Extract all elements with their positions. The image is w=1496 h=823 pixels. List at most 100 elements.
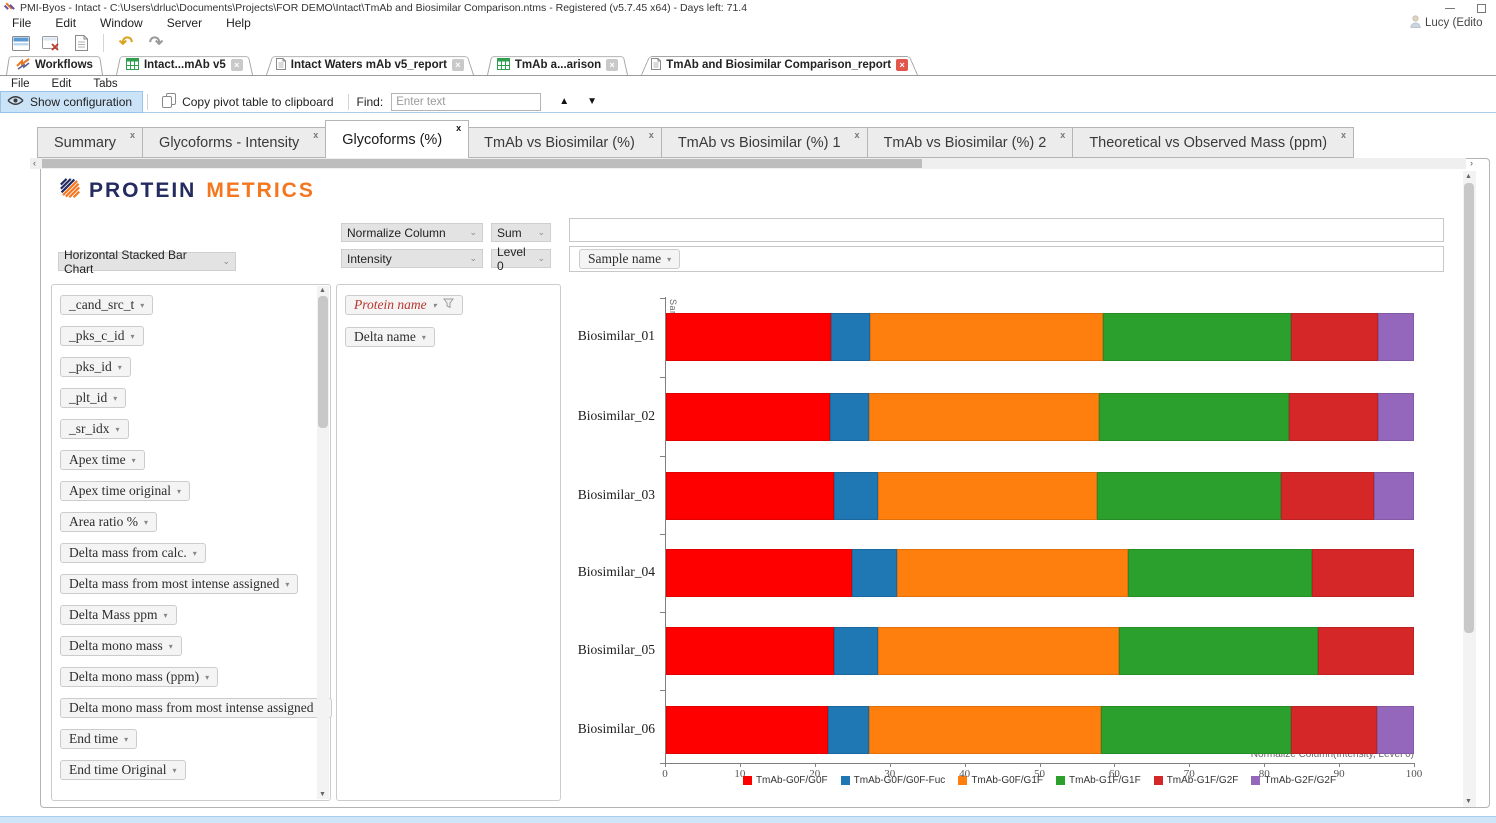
y-axis-tick <box>660 690 665 691</box>
bar-segment <box>878 627 1119 675</box>
fields-scrollbar[interactable]: ▲ ▼ <box>317 286 329 799</box>
report-tab[interactable]: TmAb vs Biosimilar (%) 2 x <box>867 127 1074 158</box>
document-icon <box>651 57 662 73</box>
field-chip[interactable]: Area ratio % ▾ <box>60 512 157 532</box>
field-chip[interactable]: Delta mono mass ▾ <box>60 636 182 656</box>
field-chip[interactable]: _pks_id ▾ <box>60 357 131 377</box>
find-next-button[interactable]: ▼ <box>587 96 597 107</box>
chevron-down-icon: ▾ <box>432 300 437 310</box>
report-menu-edit[interactable]: Edit <box>41 78 83 90</box>
close-view-icon[interactable] <box>40 33 62 53</box>
field-chip[interactable]: Delta Mass ppm ▾ <box>60 605 177 625</box>
chart-type-select[interactable]: Horizontal Stacked Bar Chart ⌄ <box>58 248 236 276</box>
field-chip[interactable]: _pks_c_id ▾ <box>60 326 144 346</box>
field-chip[interactable]: Delta mass from calc. ▾ <box>60 543 206 563</box>
value-field-select[interactable]: Intensity ⌄ <box>341 249 483 268</box>
doc-tab[interactable]: Intact...mAb v5 × <box>115 55 253 75</box>
new-report-icon[interactable] <box>70 33 92 53</box>
report-tab[interactable]: TmAb vs Biosimilar (%) x <box>468 127 662 158</box>
find-label: Find: <box>356 94 384 109</box>
menu-server[interactable]: Server <box>155 16 214 30</box>
scrollbar-thumb[interactable] <box>318 296 328 428</box>
report-tab-label: Theoretical vs Observed Mass (ppm) <box>1089 134 1328 151</box>
menu-help[interactable]: Help <box>214 16 263 30</box>
field-chip[interactable]: Apex time original ▾ <box>60 481 190 501</box>
doc-tab[interactable]: Workflows <box>6 55 103 75</box>
scrollbar-thumb[interactable] <box>42 159 922 168</box>
show-configuration-button[interactable]: Show configuration <box>0 90 144 113</box>
tab-horizontal-scrollbar[interactable] <box>30 158 1466 169</box>
redo-icon[interactable]: ↷ <box>145 33 167 53</box>
scroll-left-icon[interactable]: ‹ <box>33 158 36 168</box>
report-tab[interactable]: Glycoforms (%) x <box>325 120 470 158</box>
field-chip[interactable]: Apex time ▾ <box>60 450 145 470</box>
menu-window[interactable]: Window <box>88 16 155 30</box>
report-tab[interactable]: Summary x <box>37 127 144 158</box>
minimize-button[interactable] <box>1445 8 1455 9</box>
chevron-down-icon: ▾ <box>192 548 197 558</box>
legend-label: TmAb-G0F/G1F <box>971 775 1043 786</box>
x-axis-tick <box>1189 763 1191 767</box>
find-input[interactable] <box>391 92 542 111</box>
bar-segment <box>1127 549 1312 597</box>
row-field-chip[interactable]: Delta name ▾ <box>345 327 435 347</box>
x-tick-label: 20 <box>809 768 821 780</box>
report-tab[interactable]: TmAb vs Biosimilar (%) 1 x <box>661 127 868 158</box>
undo-icon[interactable]: ↶ <box>115 33 137 53</box>
doc-tab[interactable]: Intact Waters mAb v5_report × <box>265 55 474 75</box>
doc-tab-label: TmAb a...arison <box>514 59 602 71</box>
close-icon[interactable]: x <box>130 130 135 140</box>
field-chip[interactable]: _cand_src_t ▾ <box>60 295 154 315</box>
column-field-chip[interactable]: Sample name ▾ <box>579 249 681 269</box>
x-axis-tick <box>1414 763 1415 767</box>
field-chip[interactable]: Delta mass from most intense assigned ▾ <box>60 574 299 594</box>
menu-edit[interactable]: Edit <box>43 16 88 30</box>
menu-file[interactable]: File <box>0 16 43 30</box>
scroll-right-icon[interactable]: › <box>1470 158 1473 168</box>
row-field-chip[interactable]: Protein name ▾ <box>345 295 463 315</box>
chevron-down-icon: ▾ <box>117 362 122 372</box>
maximize-button[interactable] <box>1477 4 1486 13</box>
close-icon[interactable]: x <box>313 130 318 140</box>
field-chip[interactable]: Delta mono mass from most intense assign… <box>60 698 333 718</box>
close-icon[interactable]: x <box>649 130 654 140</box>
column-fields-dropzone[interactable] <box>569 218 1444 242</box>
chevron-down-icon: ▾ <box>131 455 136 465</box>
field-chip[interactable]: End time ▾ <box>60 729 138 749</box>
close-icon[interactable]: x <box>1060 130 1065 140</box>
chevron-down-icon: ▾ <box>143 517 148 527</box>
close-icon[interactable]: × <box>896 59 909 71</box>
close-icon[interactable]: x <box>456 123 461 133</box>
report-menu-tabs[interactable]: Tabs <box>82 78 128 90</box>
close-icon[interactable]: x <box>855 130 860 140</box>
page-scrollbar[interactable]: ▲ ▼ <box>1463 171 1476 807</box>
close-icon[interactable]: × <box>606 59 619 71</box>
scrollbar-thumb[interactable] <box>1464 183 1474 633</box>
level-select[interactable]: Level 0 ⌄ <box>491 245 551 273</box>
find-previous-button[interactable]: ▲ <box>559 96 569 107</box>
field-chip[interactable]: _plt_id ▾ <box>60 388 127 408</box>
normalize-select[interactable]: Normalize Column ⌄ <box>341 223 483 242</box>
open-workflow-icon[interactable] <box>10 33 32 53</box>
aggregate-select[interactable]: Sum ⌄ <box>491 223 551 242</box>
copy-pivot-button[interactable]: Copy pivot table to clipboard <box>152 92 343 111</box>
report-tab[interactable]: Theoretical vs Observed Mass (ppm) x <box>1073 127 1355 158</box>
doc-tab[interactable]: TmAb a...arison × <box>486 55 629 75</box>
field-chip-label: _sr_idx <box>69 421 110 436</box>
close-icon[interactable]: × <box>230 59 243 71</box>
close-icon[interactable]: x <box>1341 130 1346 140</box>
field-chip[interactable]: End time Original ▾ <box>60 760 186 780</box>
bar-Biosimilar_06 <box>666 706 1415 754</box>
x-axis-tick <box>814 763 816 767</box>
user-account-button[interactable]: Lucy (Edito <box>1410 15 1496 31</box>
user-icon <box>1410 15 1421 31</box>
field-chip-label: _pks_c_id <box>69 328 125 343</box>
report-tab[interactable]: Glycoforms - Intensity x <box>143 127 327 158</box>
doc-tab[interactable]: TmAb and Biosimilar Comparison_report × <box>641 55 919 75</box>
field-chip[interactable]: _sr_idx ▾ <box>60 419 129 439</box>
field-chip[interactable]: Delta mono mass (ppm) ▾ <box>60 667 219 687</box>
filter-icon[interactable] <box>442 297 454 313</box>
close-icon[interactable]: × <box>451 59 464 71</box>
report-menu-file[interactable]: File <box>0 78 41 90</box>
available-fields-panel: _cand_src_t ▾ _pks_c_id ▾ _pks_id ▾ _plt_id ▾ _s… <box>51 284 333 801</box>
